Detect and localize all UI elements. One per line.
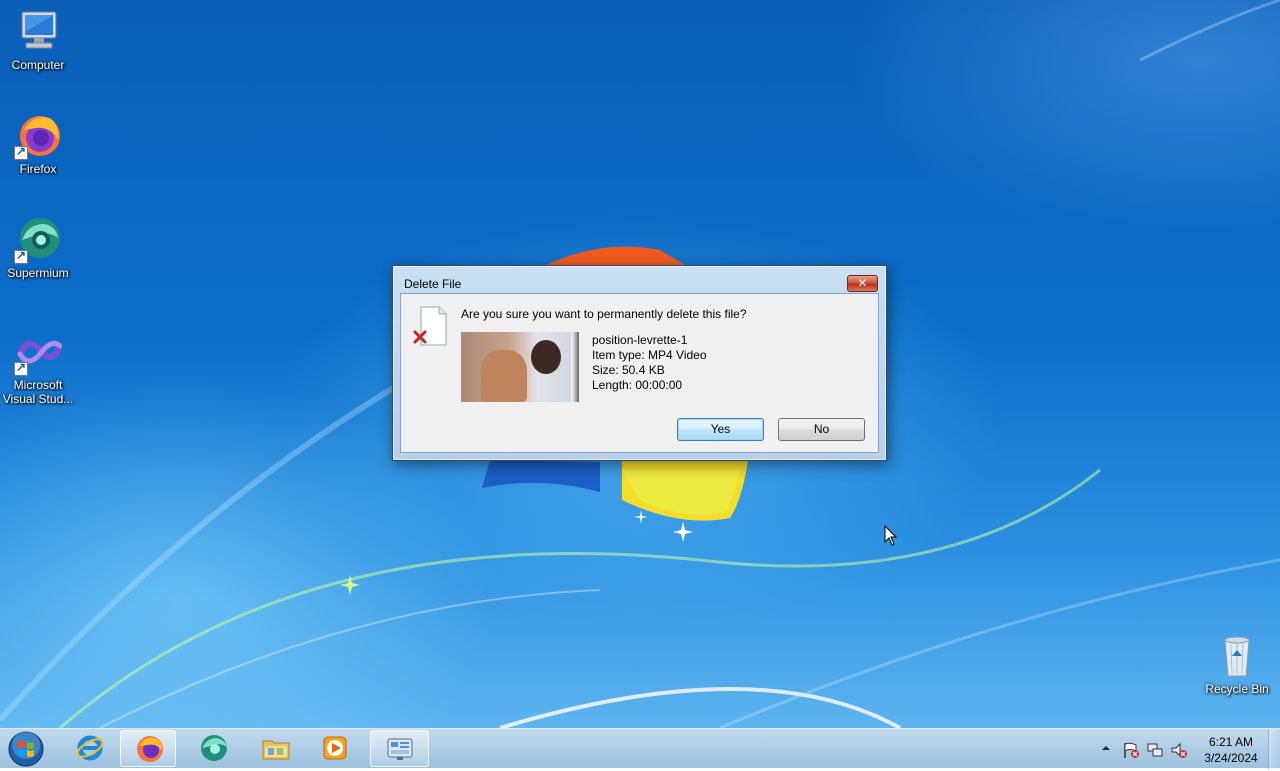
supermium-icon — [14, 216, 62, 264]
taskbar-firefox[interactable] — [120, 730, 176, 767]
mouse-cursor-icon — [884, 525, 898, 546]
internet-explorer-icon — [76, 735, 104, 761]
show-hidden-icons-chevron-icon[interactable] — [1100, 742, 1112, 754]
media-player-icon — [323, 736, 347, 760]
taskbar: 6:21 AM 3/24/2024 — [0, 728, 1280, 769]
file-name: position-levrette-1 — [592, 333, 688, 347]
desktop-icon-label: Supermium — [7, 266, 69, 280]
close-button[interactable]: ✕ — [847, 275, 878, 292]
no-button[interactable]: No — [778, 418, 865, 441]
computer-icon — [14, 8, 62, 56]
taskbar-supermium[interactable] — [185, 730, 241, 767]
file-type: Item type: MP4 Video — [592, 348, 707, 362]
system-clock[interactable]: 6:21 AM 3/24/2024 — [1198, 734, 1264, 766]
desktop-icon-label: Recycle Bin — [1205, 682, 1269, 696]
desktop-icon-computer[interactable]: Computer — [0, 8, 76, 72]
taskbar-control-panel[interactable] — [370, 730, 429, 767]
desktop-icon-recycle-bin[interactable]: Recycle Bin — [1199, 632, 1275, 696]
yes-button[interactable]: Yes — [677, 418, 764, 441]
volume-muted-icon[interactable] — [1170, 741, 1188, 759]
close-icon: ✕ — [857, 276, 868, 290]
recycle-bin-icon — [1213, 632, 1261, 680]
shortcut-arrow-icon — [14, 248, 28, 264]
shortcut-arrow-icon — [14, 144, 28, 160]
control-panel-icon — [387, 738, 413, 760]
delete-file-dialog: Delete File ✕ Are you sure you want to p… — [392, 265, 887, 461]
show-desktop-button[interactable] — [1268, 729, 1280, 769]
start-orb-icon — [8, 731, 44, 767]
dialog-title: Delete File — [404, 277, 462, 291]
video-thumbnail — [461, 332, 579, 402]
confirm-question: Are you sure you want to permanently del… — [461, 307, 747, 321]
clock-date: 3/24/2024 — [1204, 751, 1258, 765]
action-center-flag-icon[interactable] — [1122, 741, 1140, 759]
network-icon[interactable] — [1146, 741, 1164, 759]
file-size: Size: 50.4 KB — [592, 363, 665, 377]
desktop-icon-visual-studio[interactable]: Microsoft Visual Stud... — [0, 328, 76, 406]
file-details: position-levrette-1 Item type: MP4 Video… — [592, 333, 707, 393]
dialog-content: Are you sure you want to permanently del… — [400, 293, 879, 453]
file-length: Length: 00:00:00 — [592, 378, 683, 392]
desktop-icon-firefox[interactable]: Firefox — [0, 112, 76, 176]
firefox-icon — [14, 112, 62, 160]
desktop-icon-label: Microsoft Visual Stud... — [2, 378, 74, 406]
taskbar-file-explorer[interactable] — [247, 730, 303, 767]
taskbar-media-player[interactable] — [306, 730, 362, 767]
desktop-icon-label: Computer — [11, 58, 65, 72]
clock-time: 6:21 AM — [1208, 735, 1254, 749]
file-explorer-icon — [262, 740, 290, 760]
visual-studio-icon — [14, 328, 63, 376]
taskbar-internet-explorer[interactable] — [61, 730, 117, 767]
delete-file-icon — [413, 306, 447, 346]
desktop-icon-supermium[interactable]: Supermium — [0, 216, 76, 280]
firefox-icon — [137, 736, 163, 762]
start-button[interactable] — [6, 730, 46, 768]
desktop-icon-label: Firefox — [19, 162, 57, 176]
supermium-icon — [201, 735, 227, 761]
shortcut-arrow-icon — [14, 360, 28, 376]
